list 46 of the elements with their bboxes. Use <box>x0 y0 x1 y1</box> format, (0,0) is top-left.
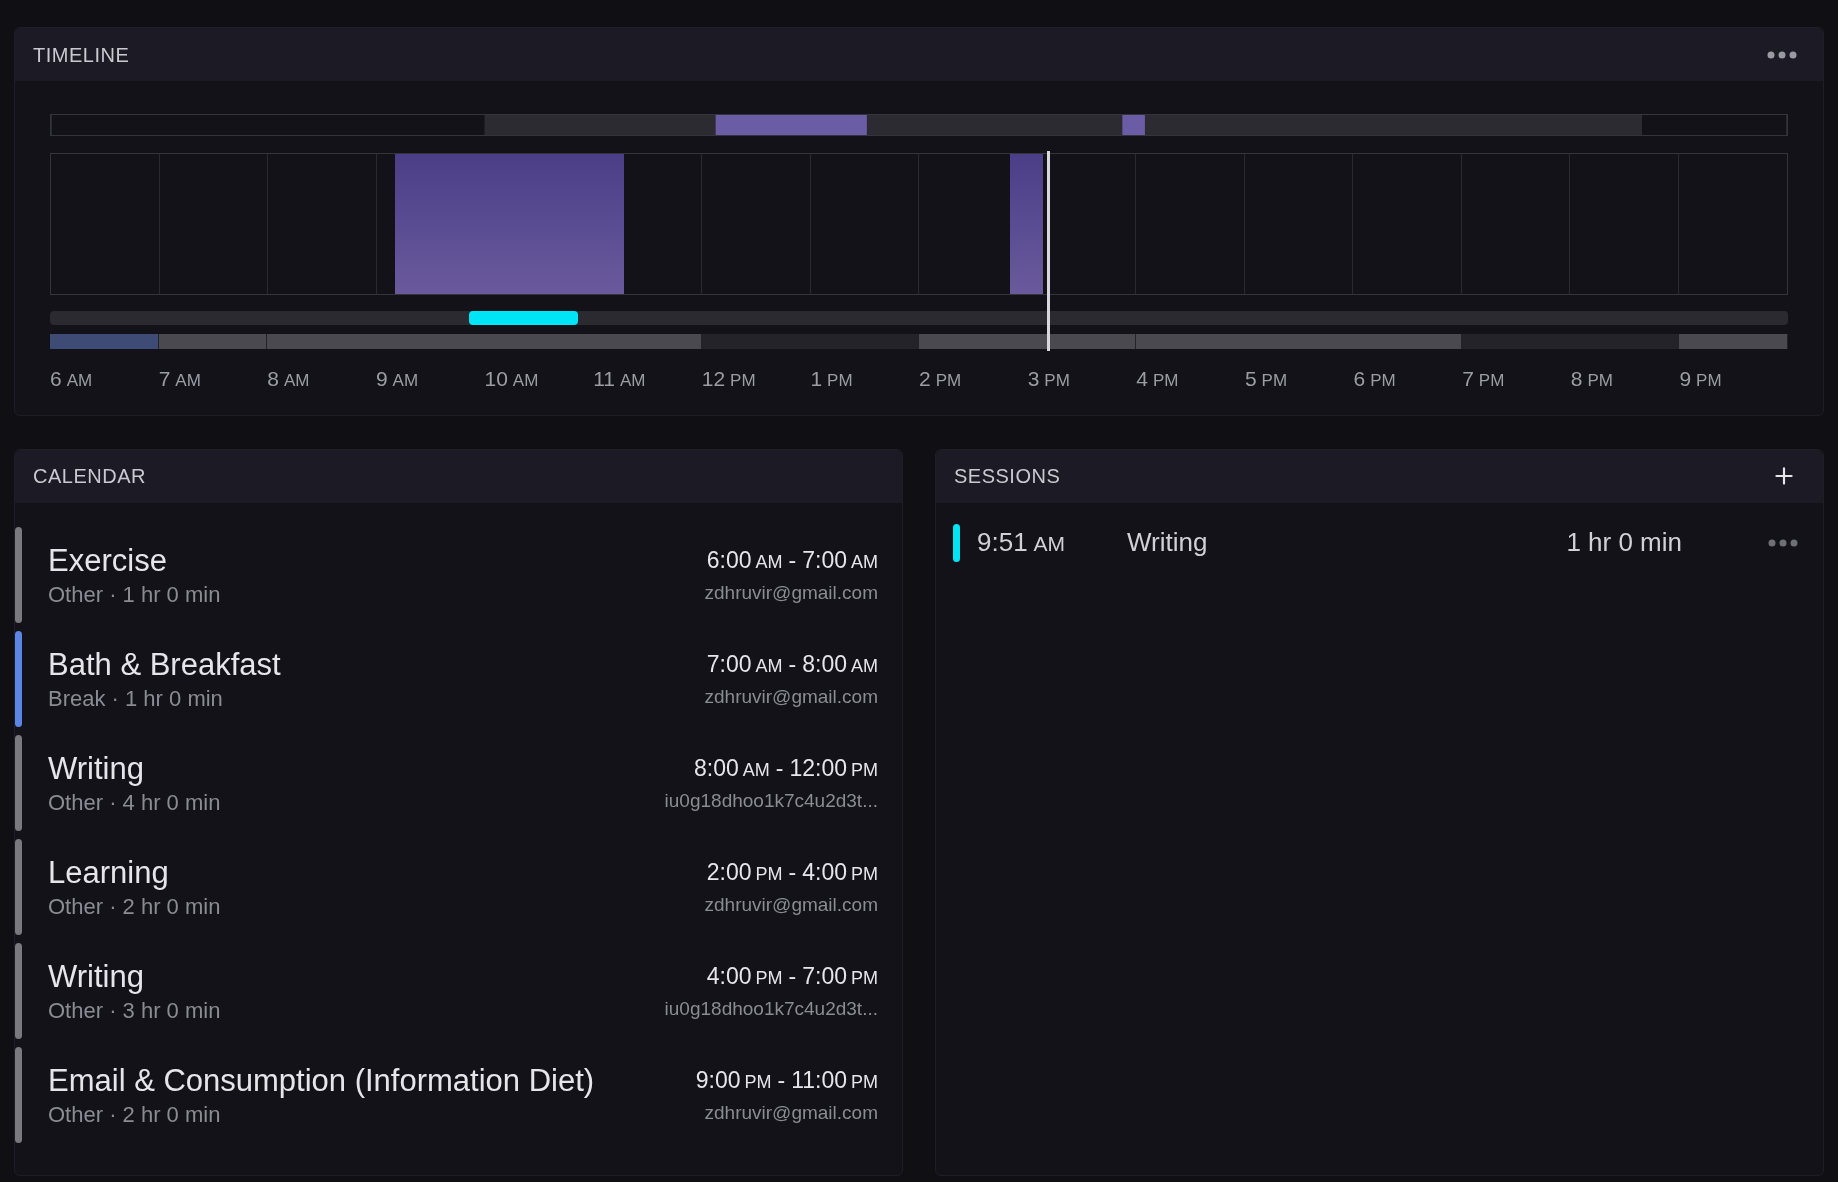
panel-title: TIMELINE <box>33 42 130 68</box>
event-title: Bath & Breakfast <box>48 645 281 684</box>
session-time: 9:51 AM <box>977 526 1067 559</box>
event-time: 2:00 PM - 4:00 PM <box>706 857 878 887</box>
event-time: 9:00 PM - 11:00 PM <box>695 1065 878 1095</box>
event-calendar: zdhruvir@gmail.com <box>704 892 878 917</box>
panel-title: SESSIONS <box>954 464 1061 489</box>
hour-label: 2 PM <box>919 367 962 390</box>
event-subtitle: Other · 2 hr 0 min <box>48 1100 222 1129</box>
event-title: Learning <box>48 853 170 892</box>
hour-label: 9 PM <box>1679 367 1722 390</box>
hour-label: 9 AM <box>375 367 419 390</box>
event-title: Email & Consumption (Information Diet) <box>48 1061 595 1100</box>
hour-label: 6 AM <box>50 367 93 390</box>
hour-label: 6 PM <box>1353 367 1396 390</box>
event-title: Writing <box>48 749 145 788</box>
event-time: 6:00 AM - 7:00 AM <box>706 545 878 575</box>
session-title: Writing <box>1127 526 1209 559</box>
hour-label: 5 PM <box>1244 367 1288 390</box>
hour-label: 7 PM <box>1462 367 1505 390</box>
event-subtitle: Other · 3 hr 0 min <box>48 996 221 1025</box>
hour-label: 10 AM <box>484 367 539 390</box>
event-calendar: zdhruvir@gmail.com <box>704 580 878 605</box>
event-calendar: zdhruvir@gmail.com <box>704 1100 878 1125</box>
event-calendar: iu0g18dhoo1k7c4u2d3t... <box>664 996 878 1021</box>
event-subtitle: Other · 4 hr 0 min <box>48 788 221 817</box>
hour-label: 11 AM <box>593 367 646 390</box>
event-title: Exercise <box>48 541 168 580</box>
event-subtitle: Other · 2 hr 0 min <box>48 892 221 921</box>
hour-label: 1 PM <box>810 367 853 390</box>
hour-label: 7 AM <box>158 367 201 390</box>
event-time: 8:00 AM - 12:00 PM <box>694 753 878 783</box>
event-subtitle: Other · 1 hr 0 min <box>48 580 221 609</box>
event-title: Writing <box>48 957 145 996</box>
event-time: 4:00 PM - 7:00 PM <box>706 961 878 991</box>
event-time: 7:00 AM - 8:00 AM <box>706 649 878 679</box>
event-calendar: iu0g18dhoo1k7c4u2d3t... <box>664 788 878 813</box>
panel-title: CALENDAR <box>33 464 146 489</box>
hour-label: 3 PM <box>1027 367 1070 390</box>
hour-label: 12 PM <box>701 367 756 390</box>
event-subtitle: Break · 1 hr 0 min <box>48 684 224 713</box>
hour-label: 8 AM <box>267 367 310 390</box>
hour-label: 8 PM <box>1570 367 1613 390</box>
session-duration: 1 hr 0 min <box>1566 526 1682 559</box>
hour-label: 4 PM <box>1136 367 1179 390</box>
event-calendar: zdhruvir@gmail.com <box>704 684 878 709</box>
